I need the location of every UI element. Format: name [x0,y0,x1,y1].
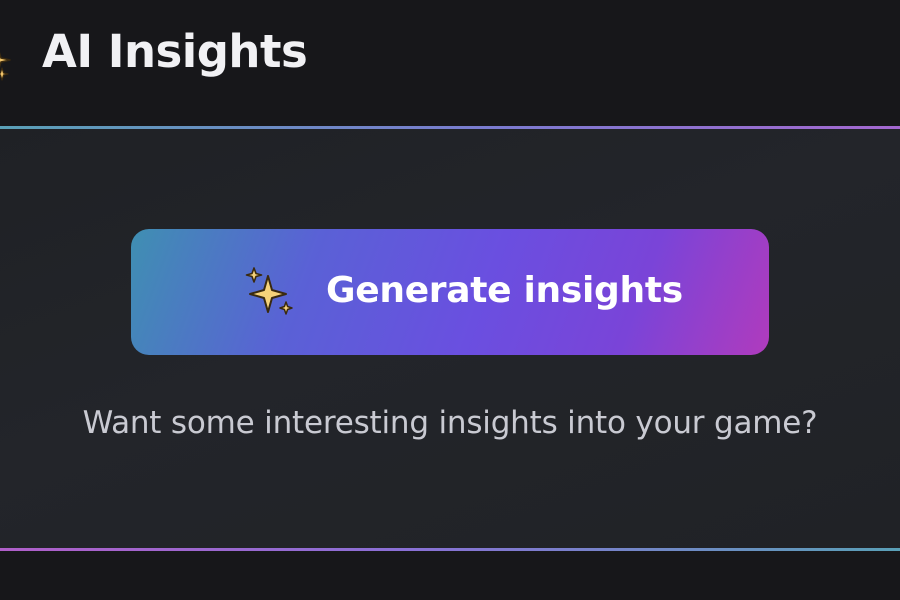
header: AI Insights [0,0,900,126]
panel-top-border [0,126,900,129]
sparkles-icon [0,52,11,81]
page-title: AI Insights [42,25,308,78]
generate-insights-label[interactable]: Generate insights [326,266,683,316]
sparkles-icon [245,267,293,315]
footer-area [0,551,900,600]
insights-prompt-text: Want some interesting insights into your… [82,405,818,441]
ai-insights-page: AI Insights Generate insights Want some … [0,0,900,600]
